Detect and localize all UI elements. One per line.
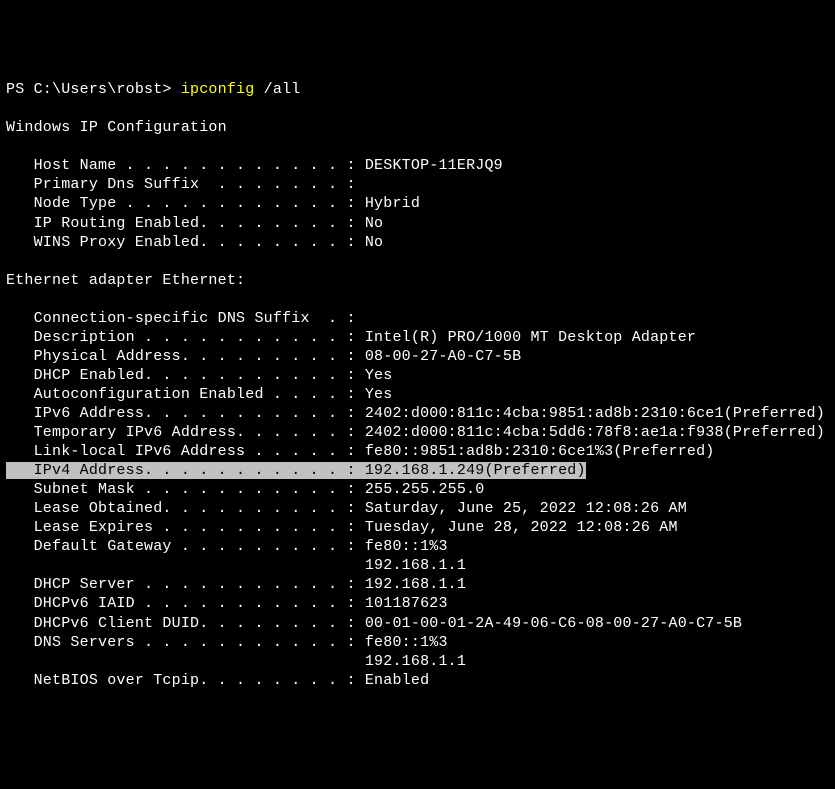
section-ip-config-header: Windows IP Configuration <box>6 119 227 136</box>
ipv6-address-line: IPv6 Address. . . . . . . . . . . : 2402… <box>6 405 825 422</box>
dhcp-server-line: DHCP Server . . . . . . . . . . . : 192.… <box>6 576 466 593</box>
wins-proxy-line: WINS Proxy Enabled. . . . . . . . : No <box>6 234 383 251</box>
dhcpv6-iaid-line: DHCPv6 IAID . . . . . . . . . . . : 1011… <box>6 595 448 612</box>
lease-obtained-line: Lease Obtained. . . . . . . . . . : Satu… <box>6 500 687 517</box>
netbios-line: NetBIOS over Tcpip. . . . . . . . : Enab… <box>6 672 429 689</box>
dns-servers-line-1: DNS Servers . . . . . . . . . . . : fe80… <box>6 634 448 651</box>
ipv4-address-line-highlighted: IPv4 Address. . . . . . . . . . . : 192.… <box>6 462 586 479</box>
terminal-output[interactable]: PS C:\Users\robst> ipconfig /all Windows… <box>6 80 829 690</box>
node-type-line: Node Type . . . . . . . . . . . . : Hybr… <box>6 195 420 212</box>
default-gateway-line-1: Default Gateway . . . . . . . . . : fe80… <box>6 538 448 555</box>
physical-address-line: Physical Address. . . . . . . . . : 08-0… <box>6 348 521 365</box>
ip-routing-line: IP Routing Enabled. . . . . . . . : No <box>6 215 383 232</box>
host-name-line: Host Name . . . . . . . . . . . . : DESK… <box>6 157 503 174</box>
link-local-ipv6-line: Link-local IPv6 Address . . . . . : fe80… <box>6 443 715 460</box>
primary-dns-line: Primary Dns Suffix . . . . . . . : <box>6 176 356 193</box>
dhcp-enabled-line: DHCP Enabled. . . . . . . . . . . : Yes <box>6 367 392 384</box>
adapter-header: Ethernet adapter Ethernet: <box>6 272 245 289</box>
command-name: ipconfig <box>181 81 255 98</box>
ps-prompt: PS C:\Users\robst> <box>6 81 181 98</box>
dhcpv6-duid-line: DHCPv6 Client DUID. . . . . . . . : 00-0… <box>6 615 742 632</box>
dns-servers-line-2: 192.168.1.1 <box>6 653 466 670</box>
temp-ipv6-line: Temporary IPv6 Address. . . . . . : 2402… <box>6 424 825 441</box>
default-gateway-line-2: 192.168.1.1 <box>6 557 466 574</box>
description-line: Description . . . . . . . . . . . : Inte… <box>6 329 696 346</box>
subnet-mask-line: Subnet Mask . . . . . . . . . . . : 255.… <box>6 481 484 498</box>
autoconfig-line: Autoconfiguration Enabled . . . . : Yes <box>6 386 392 403</box>
prompt-line: PS C:\Users\robst> ipconfig /all <box>6 81 300 98</box>
command-args: /all <box>254 81 300 98</box>
lease-expires-line: Lease Expires . . . . . . . . . . : Tues… <box>6 519 678 536</box>
conn-suffix-line: Connection-specific DNS Suffix . : <box>6 310 356 327</box>
